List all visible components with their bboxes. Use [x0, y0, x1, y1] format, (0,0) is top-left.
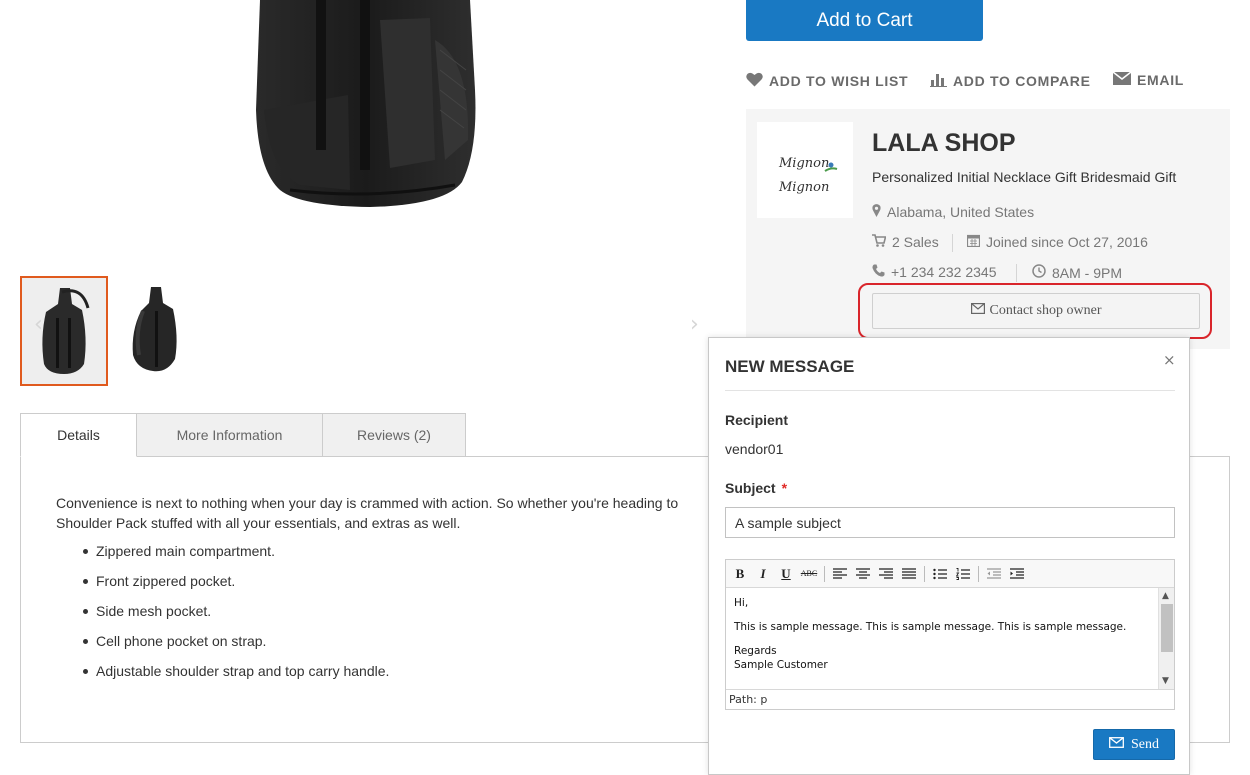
send-button[interactable]: Send — [1093, 729, 1175, 760]
subject-label-text: Subject — [725, 480, 776, 496]
shop-phone-text: +1 234 232 2345 — [891, 264, 997, 280]
recipient-value: vendor01 — [725, 441, 784, 457]
shop-hours: 8AM - 9PM — [1032, 264, 1122, 281]
add-to-cart-button[interactable]: Add to Cart — [746, 0, 983, 41]
message-body-textarea[interactable]: Hi, This is sample message. This is samp… — [726, 588, 1174, 689]
bold-button[interactable]: B — [729, 563, 751, 585]
shop-joined: Joined since Oct 27, 2016 — [966, 234, 1148, 250]
logo-text-1: Mignon — [778, 156, 829, 171]
align-left-icon[interactable] — [829, 563, 851, 585]
wishlist-label: ADD TO WISH LIST — [769, 73, 909, 89]
underline-button[interactable]: U — [775, 563, 797, 585]
gallery-next-icon[interactable]: › — [690, 312, 699, 337]
numbered-list-icon[interactable] — [952, 563, 974, 585]
compare-chart-icon — [930, 72, 947, 90]
gallery-thumb-2[interactable] — [115, 281, 201, 381]
feature-list-item: Cell phone pocket on strap. — [80, 631, 389, 661]
toolbar-separator — [924, 565, 925, 582]
shop-location: Alabama, United States — [872, 204, 1034, 220]
recipient-label: Recipient — [725, 412, 789, 428]
phone-icon — [872, 264, 885, 280]
shop-hours-text: 8AM - 9PM — [1052, 264, 1123, 281]
new-message-modal: NEW MESSAGE × Recipient vendor01 Subject… — [708, 337, 1190, 775]
editor-scrollbar[interactable]: ▲ ▼ — [1158, 588, 1174, 689]
subject-input[interactable] — [725, 507, 1175, 538]
align-justify-icon[interactable] — [898, 563, 920, 585]
gallery-prev-icon[interactable]: ‹ — [34, 312, 43, 337]
envelope-outline-icon — [1109, 736, 1124, 753]
add-to-wishlist-link[interactable]: ADD TO WISH LIST — [746, 72, 908, 90]
feature-list-item: Front zippered pocket. — [80, 571, 389, 601]
email-label: EMAIL — [1137, 72, 1185, 88]
modal-title: NEW MESSAGE — [725, 357, 855, 376]
subject-label: Subject * — [725, 480, 787, 496]
shop-name[interactable]: LALA SHOP — [872, 129, 1016, 158]
product-main-image — [230, 0, 500, 215]
shop-phone: +1 234 232 2345 — [872, 264, 997, 280]
map-marker-icon — [872, 204, 881, 220]
vendor-logo[interactable]: Mignon Mignon — [757, 122, 853, 218]
feature-list-item: Side mesh pocket. — [80, 601, 389, 631]
outdent-icon[interactable] — [983, 563, 1005, 585]
required-asterisk: * — [781, 480, 788, 496]
shop-joined-text: Joined since Oct 27, 2016 — [986, 234, 1148, 250]
close-icon[interactable]: × — [1163, 351, 1176, 369]
envelope-outline-icon — [970, 303, 985, 319]
clock-icon — [1032, 264, 1046, 281]
align-center-icon[interactable] — [852, 563, 874, 585]
calendar-icon — [966, 234, 981, 250]
strikethrough-button[interactable]: ABC — [798, 563, 820, 585]
shop-sales-text: 2 Sales — [892, 234, 939, 250]
description-line-2: Shoulder Pack stuffed with all your esse… — [56, 515, 461, 531]
indent-icon[interactable] — [1006, 563, 1028, 585]
message-signature: Sample Customer — [734, 659, 828, 671]
editor-path-bar: Path: p — [726, 689, 1174, 709]
compare-label: ADD TO COMPARE — [953, 73, 1091, 89]
tab-more-information[interactable]: More Information — [136, 413, 323, 457]
shop-sales: 2 Sales — [872, 234, 939, 250]
description-line-1: Convenience is next to nothing when your… — [56, 495, 679, 511]
tab-reviews[interactable]: Reviews (2) — [322, 413, 466, 457]
editor-toolbar: B I U ABC — [726, 560, 1174, 588]
italic-button[interactable]: I — [752, 563, 774, 585]
align-right-icon[interactable] — [875, 563, 897, 585]
bullet-list-icon[interactable] — [929, 563, 951, 585]
tab-details[interactable]: Details — [20, 413, 137, 457]
product-description: Convenience is next to nothing when your… — [56, 493, 716, 533]
email-link[interactable]: EMAIL — [1112, 71, 1185, 88]
meta-separator — [952, 234, 953, 252]
feature-list: Zippered main compartment. Front zippere… — [80, 541, 389, 691]
add-to-compare-link[interactable]: ADD TO COMPARE — [930, 72, 1091, 90]
feature-list-item: Zippered main compartment. — [80, 541, 389, 571]
message-editor: B I U ABC Hi, This is sample message. Th… — [725, 559, 1175, 710]
shop-tagline: Personalized Initial Necklace Gift Bride… — [872, 169, 1177, 185]
toolbar-separator — [978, 565, 979, 582]
meta-separator — [1016, 264, 1017, 282]
toolbar-separator — [824, 565, 825, 582]
message-regards: Regards — [734, 645, 777, 657]
heart-icon — [746, 72, 763, 90]
scrollbar-thumb[interactable] — [1161, 604, 1173, 652]
feature-list-item: Adjustable shoulder strap and top carry … — [80, 661, 389, 691]
contact-shop-owner-label: Contact shop owner — [989, 303, 1102, 318]
contact-shop-owner-button[interactable]: Contact shop owner — [872, 293, 1200, 329]
envelope-icon — [1112, 71, 1132, 88]
modal-divider — [725, 390, 1175, 391]
shop-location-text: Alabama, United States — [887, 204, 1035, 220]
cart-icon — [872, 234, 887, 250]
logo-text-2: Mignon — [778, 180, 829, 195]
scroll-up-icon[interactable]: ▲ — [1162, 589, 1169, 603]
message-greeting: Hi, — [734, 597, 749, 609]
send-label: Send — [1131, 736, 1159, 752]
message-text: This is sample message. This is sample m… — [734, 621, 1127, 633]
scroll-down-icon[interactable]: ▼ — [1162, 674, 1169, 688]
